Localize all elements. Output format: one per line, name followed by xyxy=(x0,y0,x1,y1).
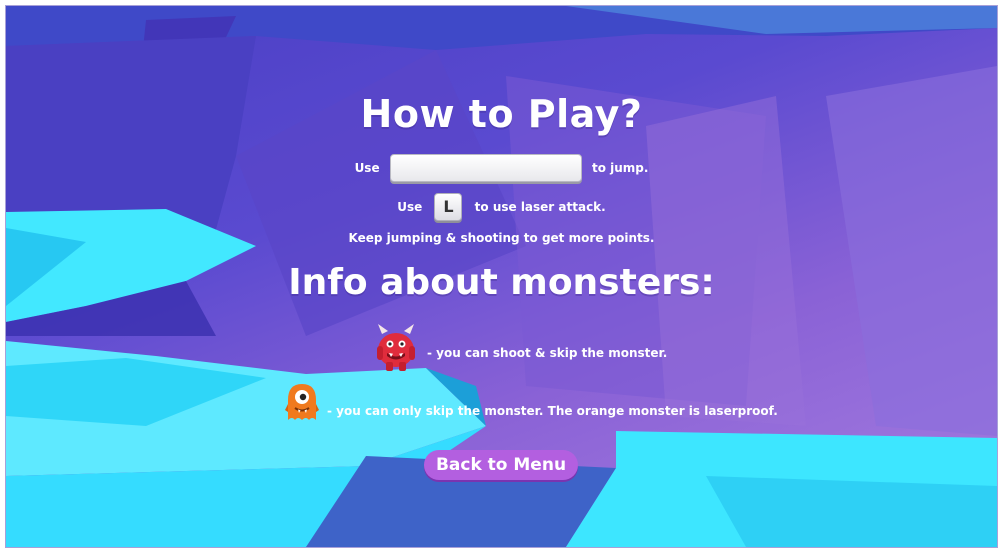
space-bar-key-icon xyxy=(389,154,582,182)
jump-suffix: to jump. xyxy=(591,161,649,175)
l-key-icon: L xyxy=(434,193,463,221)
jump-prefix: Use xyxy=(354,161,380,175)
page-title: How to Play? xyxy=(360,92,643,136)
monster-info-orange: - you can only skip the monster. The ora… xyxy=(284,382,778,428)
red-horned-monster-icon xyxy=(377,324,415,371)
red-monster-description: - you can shoot & skip the monster. xyxy=(427,346,668,360)
laser-suffix: to use laser attack. xyxy=(474,200,606,214)
back-to-menu-button[interactable]: Back to Menu xyxy=(424,450,578,480)
score-tip: Keep jumping & shooting to get more poin… xyxy=(348,231,655,245)
game-screen: How to Play? Use to jump. Use L to use l… xyxy=(5,5,998,548)
monsters-heading: Info about monsters: xyxy=(288,262,715,303)
jump-instruction: Use to jump. xyxy=(6,154,997,182)
laser-instruction: Use L to use laser attack. xyxy=(6,193,997,221)
laser-prefix: Use xyxy=(397,200,423,214)
monster-info-red: - you can shoot & skip the monster. xyxy=(374,322,674,374)
orange-monster-description: - you can only skip the monster. The ora… xyxy=(327,404,778,418)
orange-one-eyed-monster-icon xyxy=(285,384,319,420)
